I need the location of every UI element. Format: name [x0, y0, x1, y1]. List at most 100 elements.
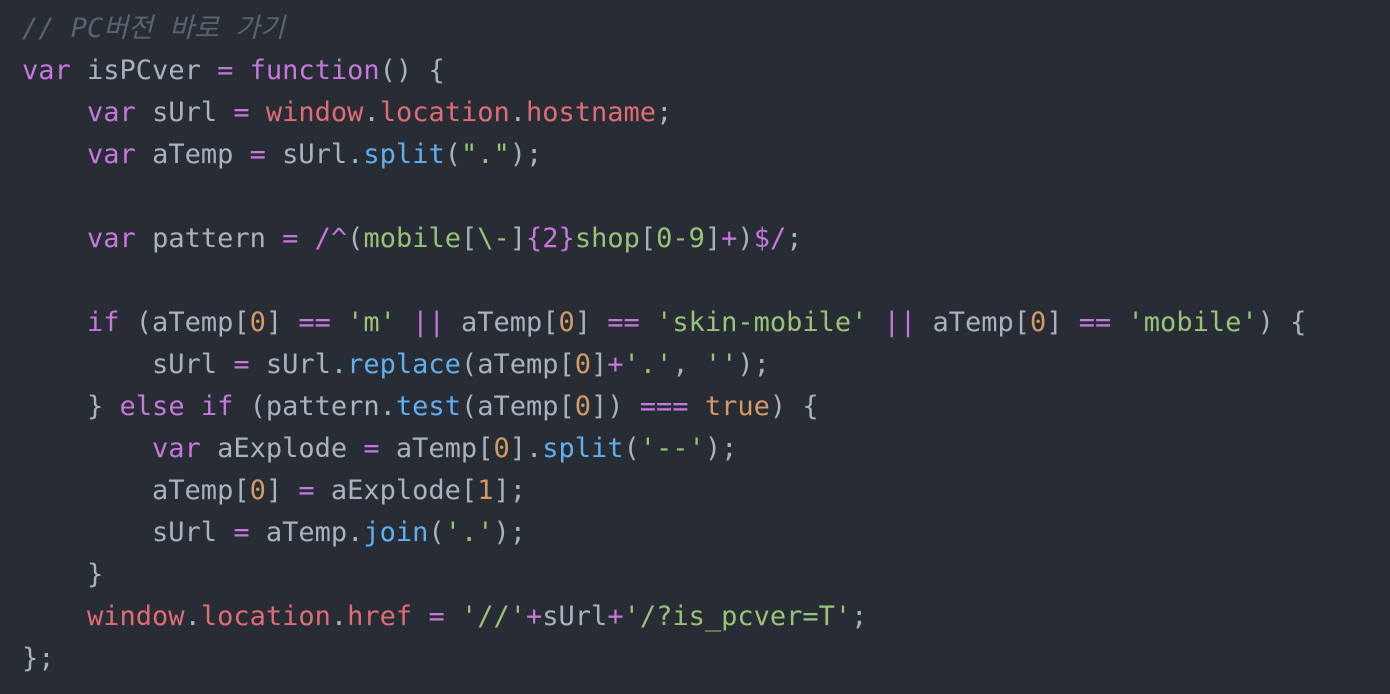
code-token: (aTemp[ [460, 349, 575, 380]
code-token: [ [460, 223, 478, 254]
code-token: = [233, 517, 250, 548]
code-token: ] [509, 223, 527, 254]
code-token: == [607, 307, 640, 338]
code-token: , [672, 349, 705, 380]
code-line[interactable] [22, 260, 1390, 302]
code-token: location [379, 97, 510, 128]
code-line[interactable] [22, 176, 1390, 218]
code-token: === [639, 391, 689, 422]
code-token: '' [704, 349, 738, 380]
code-token: . [184, 601, 201, 632]
code-token: join [363, 517, 429, 548]
code-token: ] [265, 475, 299, 506]
code-token: ( [428, 517, 445, 548]
code-token: ) { [769, 391, 819, 422]
code-token: = [363, 433, 380, 464]
code-token: = [217, 55, 234, 86]
code-line[interactable]: if (aTemp[0] == 'm' || aTemp[0] == 'skin… [22, 302, 1390, 344]
code-token: ] [1046, 307, 1079, 338]
code-line[interactable]: window.location.href = '//'+sUrl+'/?is_p… [22, 596, 1390, 638]
code-token: + [607, 601, 624, 632]
code-line[interactable]: var pattern = /^(mobile[\-]{2}shop[0-9]+… [22, 218, 1390, 260]
code-line[interactable]: aTemp[0] = aExplode[1]; [22, 470, 1390, 512]
code-token: ] [574, 307, 608, 338]
code-line[interactable]: } [22, 554, 1390, 596]
code-token: var [87, 139, 136, 170]
code-token: + [607, 349, 624, 380]
code-line[interactable]: var sUrl = window.location.hostname; [22, 92, 1390, 134]
code-line[interactable]: }; [22, 638, 1390, 680]
code-token: ; [656, 97, 673, 128]
code-line[interactable]: sUrl = aTemp.join('.'); [22, 512, 1390, 554]
code-token: aExplode[ [314, 475, 478, 506]
code-token: /^ [314, 223, 348, 254]
code-token: = [249, 139, 266, 170]
code-token: ] [591, 349, 608, 380]
code-token: } [22, 391, 120, 422]
code-token: ]; [493, 475, 526, 506]
code-token: var [87, 97, 136, 128]
code-token: aExplode [200, 433, 364, 464]
code-token: aTemp[ [22, 475, 250, 506]
code-token: shop [574, 223, 640, 254]
code-token: "." [460, 139, 510, 170]
code-token: else [119, 391, 185, 422]
code-token: 0 [1029, 307, 1047, 338]
code-token: window [265, 97, 364, 128]
code-editor[interactable]: // PC버전 바로 가기 var isPCver = function() { … [0, 0, 1390, 694]
code-token: ] [704, 223, 722, 254]
code-token: ] [265, 307, 299, 338]
code-token: ); [509, 139, 543, 170]
code-token: sUrl. [265, 139, 364, 170]
code-token: aTemp[ [444, 307, 559, 338]
code-token: window [87, 601, 185, 632]
code-token: ( [444, 139, 461, 170]
code-line[interactable]: // PC버전 바로 가기 [22, 8, 1390, 50]
code-line[interactable]: var aTemp = sUrl.split("."); [22, 134, 1390, 176]
code-line[interactable]: var aExplode = aTemp[0].split('--'); [22, 428, 1390, 470]
code-token: if [87, 307, 120, 338]
code-line[interactable]: sUrl = sUrl.replace(aTemp[0]+'.', ''); [22, 344, 1390, 386]
code-token: ); [737, 349, 770, 380]
code-token: \- [477, 223, 510, 254]
code-token: ]) [591, 391, 640, 422]
code-line[interactable]: } else if (pattern.test(aTemp[0]) === tr… [22, 386, 1390, 428]
code-token: 'm' [347, 307, 396, 338]
code-token: if [200, 391, 234, 422]
code-line[interactable]: var isPCver = function() { [22, 50, 1390, 92]
code-token: ; [786, 223, 803, 254]
code-token: + [721, 223, 738, 254]
code-token: sUrl [542, 601, 608, 632]
code-token: = [298, 475, 315, 506]
code-token: . [330, 601, 348, 632]
code-token: '.' [623, 349, 673, 380]
code-token: || [883, 307, 917, 338]
code-token: location [200, 601, 331, 632]
code-token: + [526, 601, 543, 632]
code-token: 0 [249, 307, 266, 338]
code-token: test [395, 391, 461, 422]
code-token: 'mobile' [1127, 307, 1258, 338]
code-token: '.' [444, 517, 494, 548]
code-token: sUrl. [249, 349, 348, 380]
code-token: 0 [574, 391, 592, 422]
code-token: href [347, 601, 413, 632]
code-token: aTemp. [249, 517, 364, 548]
code-token: sUrl [135, 97, 234, 128]
code-token: ); [493, 517, 526, 548]
code-token: {2} [526, 223, 575, 254]
code-token: . [509, 97, 527, 128]
code-token: 0 [574, 349, 591, 380]
